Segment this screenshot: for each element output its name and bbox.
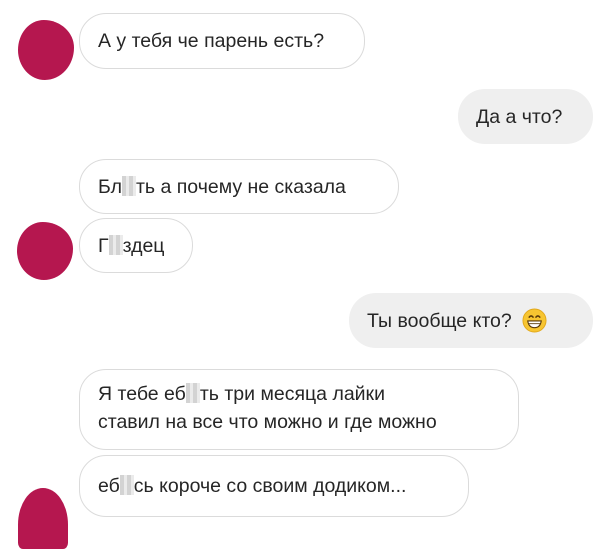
text-fragment: ть а почему не сказала <box>135 175 346 198</box>
text-fragment: ть три месяца лайки <box>199 383 385 405</box>
message-outgoing[interactable]: Да а что? <box>458 89 593 144</box>
message-text: Да а что? <box>476 105 563 128</box>
message-incoming[interactable]: Я тебе еб ть три месяца лайки ставил на в… <box>79 369 519 450</box>
sender-avatar-1[interactable] <box>18 20 74 80</box>
text-fragment: здец <box>122 234 165 257</box>
text-fragment: Я тебе еб <box>98 383 186 405</box>
text-fragment: еб <box>98 475 120 497</box>
message-outgoing[interactable]: Ты вообще кто? <box>349 293 593 348</box>
message-text: Ты вообще кто? <box>367 309 512 332</box>
censor-mark <box>108 234 123 255</box>
message-incoming[interactable]: А у тебя че парень есть? <box>79 13 365 69</box>
text-fragment: Г <box>98 234 109 257</box>
sender-avatar-2[interactable] <box>17 222 73 280</box>
message-text-line-2: ставил на все что можно и где можно <box>98 411 437 433</box>
text-fragment: Бл <box>98 175 122 198</box>
censor-mark <box>119 475 134 495</box>
message-text: Гздец <box>98 232 164 260</box>
message-incoming[interactable]: Гздец <box>79 218 193 273</box>
censor-mark <box>121 175 136 196</box>
message-text: Бл ть а почему не сказала <box>98 173 346 201</box>
message-text-line-1: Я тебе еб ть три месяца лайки <box>98 380 500 408</box>
message-text: А у тебя че парень есть? <box>98 30 325 52</box>
message-incoming[interactable]: Бл ть а почему не сказала <box>79 159 399 214</box>
message-incoming[interactable]: еб сь короче со своим додиком... <box>79 455 469 517</box>
sender-avatar-3[interactable] <box>18 488 68 549</box>
message-text: еб сь короче со своим додиком... <box>98 472 406 500</box>
grinning-face-emoji-icon <box>522 308 547 333</box>
text-fragment: сь короче со своим додиком... <box>133 475 407 497</box>
censor-mark <box>185 383 200 403</box>
